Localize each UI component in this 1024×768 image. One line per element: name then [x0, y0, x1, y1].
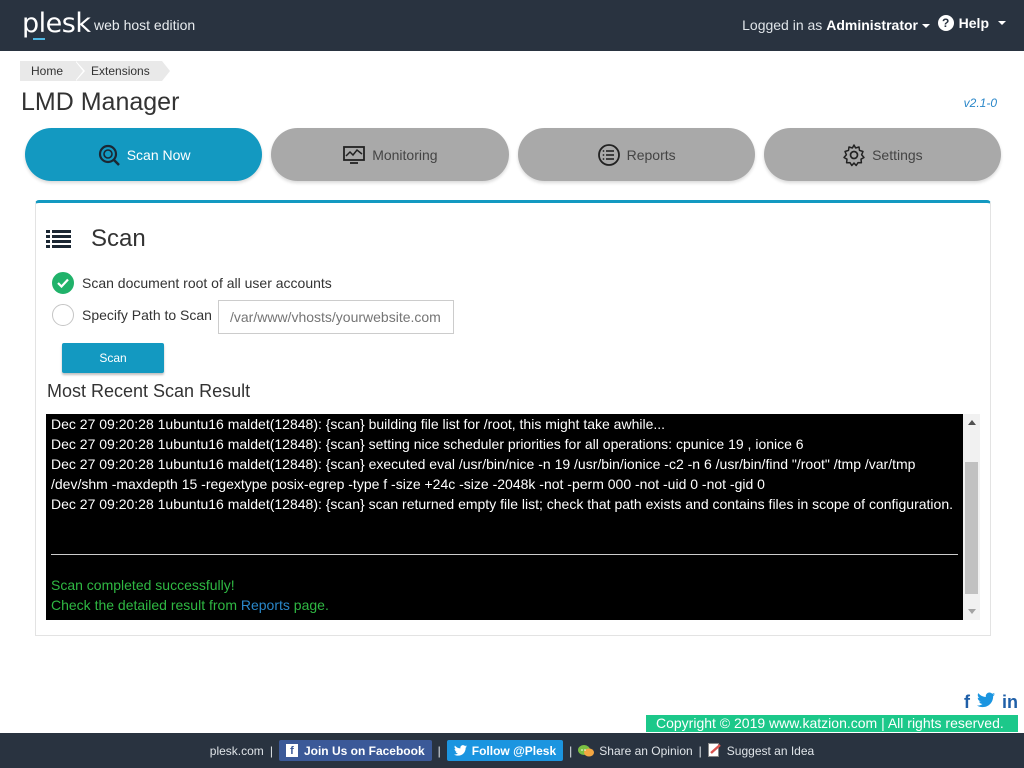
detail-prefix: Check the detailed result from: [51, 597, 237, 613]
scroll-down-icon[interactable]: [968, 609, 976, 614]
option-specify-path[interactable]: Specify Path to Scan: [52, 304, 212, 326]
gear-icon: [843, 143, 865, 166]
result-title: Most Recent Scan Result: [47, 381, 251, 401]
bottom-bar: plesk.com | f Join Us on Facebook | Follo…: [0, 733, 1024, 768]
reports-link[interactable]: Reports: [241, 597, 290, 613]
separator: |: [698, 743, 702, 758]
tab-label: Scan Now: [126, 146, 191, 163]
list-icon: [46, 230, 71, 248]
user-menu[interactable]: Logged in as Administrator: [742, 17, 930, 33]
twitter-button[interactable]: Follow @Plesk: [446, 740, 564, 761]
option-all-accounts[interactable]: Scan document root of all user accounts: [52, 272, 332, 294]
copyright: Copyright © 2019 www.katzion.com | All r…: [646, 715, 1018, 732]
tab-settings[interactable]: Settings: [763, 128, 1001, 181]
facebook-icon: f: [285, 744, 298, 757]
chevron-down-icon: [998, 21, 1006, 25]
share-opinion-link[interactable]: Share an Opinion: [578, 743, 693, 758]
suggest-idea-link[interactable]: Suggest an Idea: [707, 743, 815, 758]
twitter-icon: [453, 745, 467, 756]
edition-label: web host edition: [94, 17, 196, 33]
scan-status: Scan completed successfully! Check the d…: [51, 575, 329, 615]
separator: |: [569, 743, 573, 758]
success-message: Scan completed successfully!: [51, 577, 235, 593]
scroll-thumb[interactable]: [965, 462, 978, 594]
reports-icon: [597, 143, 620, 166]
console-log: Dec 27 09:20:28 1ubuntu16 maldet(12848):…: [51, 414, 961, 514]
question-icon: ?: [937, 15, 954, 31]
tab-scan-now[interactable]: Scan Now: [25, 128, 263, 181]
tab-label: Monitoring: [372, 146, 438, 163]
option-all-label: Scan document root of all user accounts: [82, 275, 332, 291]
log-line: Dec 27 09:20:28 1ubuntu16 maldet(12848):…: [51, 436, 804, 452]
plesk-link[interactable]: plesk.com: [210, 744, 264, 758]
version-label: v2.1-0: [963, 96, 997, 110]
opinion-label: Share an Opinion: [599, 743, 693, 758]
linkedin-icon[interactable]: in: [1002, 692, 1018, 713]
social-links: f in: [964, 692, 1018, 713]
path-input[interactable]: [218, 300, 454, 334]
checkmark-icon: [57, 278, 69, 288]
tab-label: Reports: [626, 146, 676, 163]
separator: |: [437, 743, 441, 758]
scan-panel: Scan Scan document root of all user acco…: [35, 200, 991, 636]
chevron-down-icon: [922, 24, 930, 28]
tab-reports[interactable]: Reports: [517, 128, 755, 181]
logged-in-label: Logged in as: [742, 17, 823, 33]
twitter-icon[interactable]: [977, 692, 995, 708]
scroll-up-icon[interactable]: [968, 420, 976, 425]
log-line: Dec 27 09:20:28 1ubuntu16 maldet(12848):…: [51, 456, 916, 492]
idea-label: Suggest an Idea: [726, 743, 815, 758]
breadcrumb-extensions[interactable]: Extensions: [75, 61, 170, 81]
tab-bar: Scan Now Monitoring Reports Settings: [25, 128, 1001, 181]
facebook-button[interactable]: f Join Us on Facebook: [278, 740, 432, 761]
twitter-btn-label: Follow @Plesk: [471, 743, 557, 758]
help-label: Help: [958, 15, 989, 31]
console-scrollbar[interactable]: [963, 414, 980, 620]
log-line: Dec 27 09:20:28 1ubuntu16 maldet(12848):…: [51, 416, 666, 432]
facebook-btn-label: Join Us on Facebook: [303, 743, 425, 758]
detail-suffix: page.: [293, 597, 329, 613]
panel-header: Scan: [46, 225, 146, 253]
radio-specify-path[interactable]: [52, 304, 74, 326]
option-path-label: Specify Path to Scan: [82, 307, 212, 323]
scan-button[interactable]: Scan: [62, 343, 164, 373]
console-divider: [51, 554, 958, 555]
panel-title: Scan: [91, 225, 146, 252]
page-title: LMD Manager: [21, 88, 180, 116]
scan-icon: [98, 144, 120, 166]
logo-accent: [33, 38, 45, 40]
radio-all-accounts[interactable]: [52, 272, 74, 294]
edit-document-icon: [707, 743, 721, 757]
chat-bubbles-icon: [578, 744, 595, 756]
user-name[interactable]: Administrator: [826, 17, 918, 33]
top-bar: plesk web host edition Logged in as Admi…: [0, 0, 1024, 51]
facebook-icon[interactable]: f: [964, 692, 970, 713]
log-line: Dec 27 09:20:28 1ubuntu16 maldet(12848):…: [51, 496, 953, 512]
tab-label: Settings: [872, 146, 923, 163]
separator: |: [269, 743, 273, 758]
breadcrumb: Home Extensions: [20, 61, 170, 81]
breadcrumb-home[interactable]: Home: [20, 61, 86, 81]
help-menu[interactable]: ? Help: [937, 15, 1006, 31]
plesk-logo[interactable]: plesk: [22, 8, 91, 39]
scan-result-console[interactable]: Dec 27 09:20:28 1ubuntu16 maldet(12848):…: [46, 414, 980, 620]
tab-monitoring[interactable]: Monitoring: [271, 128, 509, 181]
monitor-icon: [343, 145, 366, 164]
